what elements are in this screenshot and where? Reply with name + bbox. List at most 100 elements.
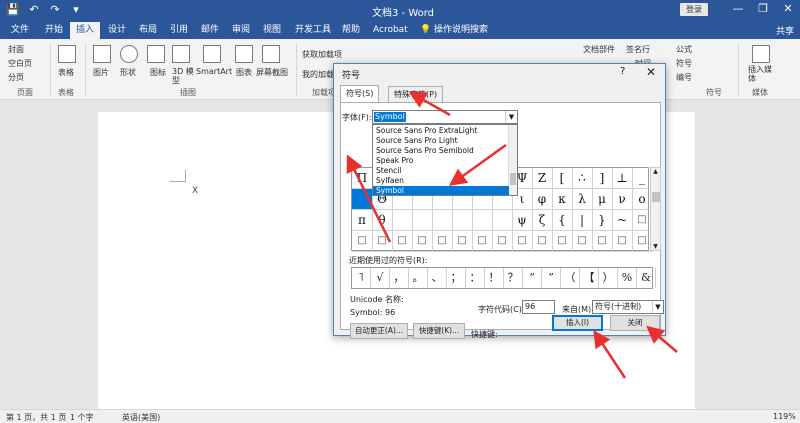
chart-button[interactable]: 图表 (236, 67, 252, 78)
tab-mailings[interactable]: 邮件 (201, 23, 219, 37)
font-combobox[interactable]: Symbol ▼ (372, 110, 518, 124)
font-option[interactable]: Source Sans Pro Light (375, 136, 507, 146)
symbol-cell[interactable] (452, 210, 473, 231)
font-combobox-value[interactable]: Symbol (374, 112, 406, 122)
tell-me-search[interactable]: 操作说明搜索 (434, 23, 488, 37)
recent-symbol-cell[interactable]: 【 (580, 268, 599, 288)
quick-parts-button[interactable]: 文档部件 (583, 44, 615, 55)
insert-media-button[interactable]: 插入媒体 (748, 65, 772, 83)
symbol-cell[interactable]: □ (512, 231, 533, 252)
font-dropdown-list[interactable]: Source Sans Pro ExtraLight Source Sans Pr… (372, 124, 518, 196)
save-icon[interactable]: 💾 (6, 3, 20, 17)
symbol-cell[interactable]: | (572, 210, 593, 231)
font-option[interactable]: Source Sans Pro ExtraLight (375, 126, 507, 136)
from-select[interactable]: 符号(十进制) ▼ (592, 300, 664, 314)
scroll-up-icon[interactable]: ▲ (651, 168, 660, 175)
font-option[interactable]: Symbol (373, 186, 509, 195)
tab-review[interactable]: 审阅 (232, 23, 250, 37)
recent-symbol-cell[interactable]: （ (561, 268, 580, 288)
symbol-cell[interactable]: □ (492, 231, 513, 252)
symbol-cell[interactable]: ~ (612, 210, 633, 231)
symbol-cell[interactable]: π (352, 210, 373, 231)
shapes-button[interactable]: 形状 (120, 67, 136, 78)
recent-symbol-cell[interactable]: ， (390, 268, 409, 288)
symbol-cell[interactable]: □ (372, 231, 393, 252)
symbol-cell[interactable]: λ (572, 189, 593, 210)
recent-symbol-cell[interactable]: ˥ (352, 268, 371, 288)
tab-design[interactable]: 设计 (108, 23, 126, 37)
chevron-down-icon[interactable]: ▼ (652, 301, 663, 313)
recent-symbol-cell[interactable]: 、 (428, 268, 447, 288)
signature-line-button[interactable]: 签名行 (626, 44, 650, 55)
scroll-down-icon[interactable]: ▼ (651, 243, 660, 250)
blank-page-button[interactable]: 空白页 (8, 58, 32, 69)
recent-symbol-cell[interactable]: ？ (504, 268, 523, 288)
symbol-cell[interactable]: ν (612, 189, 633, 210)
symbol-cell[interactable]: ψ (512, 210, 533, 231)
language-status[interactable]: 英语(美国) (122, 412, 160, 423)
recent-symbol-cell[interactable]: √ (371, 268, 390, 288)
page-break-button[interactable]: 分页 (8, 72, 24, 83)
font-option[interactable]: Stencil (375, 166, 507, 176)
symbol-cell[interactable]: ζ (532, 210, 553, 231)
recent-symbol-cell[interactable]: ） (599, 268, 618, 288)
equation-button[interactable]: 公式 (676, 44, 692, 55)
zoom-level[interactable]: 119% (773, 412, 796, 421)
tab-references[interactable]: 引用 (170, 23, 188, 37)
symbol-cell[interactable]: φ (532, 189, 553, 210)
tab-acrobat[interactable]: Acrobat (373, 23, 408, 37)
symbol-cell[interactable]: □ (412, 231, 433, 252)
recent-symbol-cell[interactable]: % (618, 268, 637, 288)
recent-symbol-cell[interactable]: ； (447, 268, 466, 288)
tab-home[interactable]: 开始 (45, 23, 63, 37)
symbol-cell[interactable]: ⊥ (612, 168, 633, 189)
symbol-cell[interactable]: { (552, 210, 573, 231)
recent-symbol-cell[interactable]: ： (466, 268, 485, 288)
screenshot-button[interactable]: 屏幕截图 (256, 67, 288, 78)
close-button[interactable]: 关闭 (610, 315, 660, 331)
login-button[interactable]: 登录 (680, 3, 708, 16)
page-count[interactable]: 第 1 页，共 1 页 (6, 412, 66, 423)
symbol-cell[interactable]: □ (432, 231, 453, 252)
tab-developer[interactable]: 开发工具 (295, 23, 331, 37)
symbol-cell[interactable] (392, 210, 413, 231)
font-option[interactable]: Sylfaen (375, 176, 507, 186)
symbol-cell[interactable]: [ (552, 168, 573, 189)
symbol-cell[interactable]: μ (592, 189, 613, 210)
restore-icon[interactable]: ❐ (755, 2, 771, 15)
symbol-cell[interactable] (352, 189, 373, 210)
symbol-cell[interactable] (472, 210, 493, 231)
recent-symbol-cell[interactable]: & (637, 268, 656, 288)
symbol-cell[interactable] (412, 210, 433, 231)
font-option[interactable]: Source Sans Pro Semibold (375, 146, 507, 156)
close-icon[interactable]: ✕ (780, 2, 796, 15)
word-count[interactable]: 1 个字 (70, 412, 94, 423)
shortcut-key-button[interactable]: 快捷键(K)... (413, 323, 465, 339)
symbol-cell[interactable]: □ (572, 231, 593, 252)
share-button[interactable]: 共享 (776, 24, 794, 37)
symbol-cell[interactable]: Ζ (532, 168, 553, 189)
recent-symbol-cell[interactable]: 。 (409, 268, 428, 288)
3d-model-button[interactable]: 3D 模型 (172, 67, 194, 85)
symbol-button[interactable]: 符号 (676, 58, 692, 69)
char-code-input[interactable]: 96 (522, 300, 555, 314)
symbol-cell[interactable]: □ (452, 231, 473, 252)
tab-help[interactable]: 帮助 (342, 23, 360, 37)
font-list-scrollbar[interactable] (508, 125, 517, 195)
tab-file[interactable]: 文件 (11, 23, 29, 37)
font-option[interactable]: Speak Pro (375, 156, 507, 166)
undo-icon[interactable]: ↶ (27, 3, 41, 17)
chevron-down-icon[interactable]: ▼ (505, 111, 517, 123)
number-button[interactable]: 编号 (676, 72, 692, 83)
get-addins-button[interactable]: 获取加载项 (302, 49, 342, 60)
symbol-cell[interactable]: θ (372, 210, 393, 231)
recent-symbols[interactable]: ˥ √，。、；：！？ “” （【）% & (351, 267, 656, 289)
recent-symbol-cell[interactable]: ” (542, 268, 561, 288)
symbol-cell[interactable]: } (592, 210, 613, 231)
tab-view[interactable]: 视图 (263, 23, 281, 37)
grid-scrollbar[interactable]: ▲ ▼ (650, 167, 661, 251)
help-icon[interactable]: ? (620, 66, 625, 77)
symbol-cell[interactable] (432, 210, 453, 231)
symbol-cell[interactable]: Π (352, 168, 373, 189)
symbol-cell[interactable]: κ (552, 189, 573, 210)
